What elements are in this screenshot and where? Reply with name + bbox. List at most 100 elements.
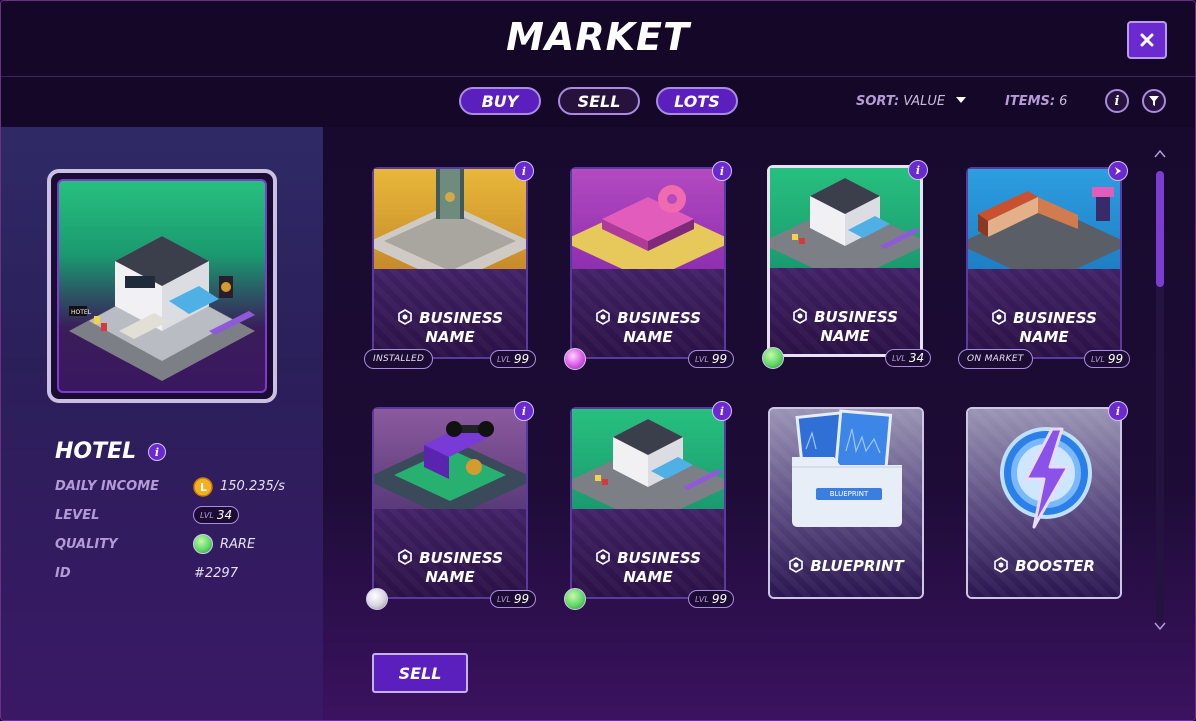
card-info-button[interactable]: i (712, 401, 732, 421)
items-count: ITEMS: 6 (1005, 94, 1067, 109)
card-title: BUSINESS NAME (572, 309, 724, 346)
scroll-down-icon[interactable] (1154, 621, 1166, 631)
level-badge: LVL 34 (193, 506, 240, 524)
hotel-image: HOTEL (57, 179, 267, 393)
coin-icon: L (193, 477, 213, 497)
item-card-selected[interactable]: i BUSINESS NAME RARE LVL 34 (760, 160, 932, 369)
status-badge: INSTALLED (364, 349, 434, 369)
item-card[interactable]: i BUSINESS NAME EPIC LVL 99 (562, 161, 735, 370)
close-button[interactable] (1127, 21, 1167, 59)
motel-image (958, 169, 1130, 284)
window-title: MARKET (506, 15, 690, 59)
rare-gem-icon (762, 347, 784, 369)
id-label: ID (55, 566, 71, 581)
rare-gem-icon (193, 534, 213, 554)
brand-icon (595, 309, 611, 329)
close-icon (1140, 33, 1154, 47)
brand-icon (788, 557, 804, 577)
daily-income-label: DAILY INCOME (55, 479, 160, 494)
svg-text:L: L (200, 481, 207, 494)
info-icon: i (719, 404, 725, 418)
card-title: BUSINESS NAME (968, 309, 1120, 346)
inventory-grid: i BUSINESS NAME INSTALLED LVL 99 i BUSIN… (323, 127, 1195, 720)
item-card[interactable]: i BUSINESS NAME RARE LVL 99 (562, 401, 735, 610)
scrollbar-thumb[interactable] (1156, 171, 1164, 287)
chevron-down-icon (956, 97, 967, 103)
quality-value: RARE (220, 537, 256, 552)
gym-image (364, 409, 536, 519)
brand-icon (993, 557, 1009, 577)
info-icon: i (521, 164, 527, 178)
selected-item-name: HOTEL (55, 439, 137, 464)
card-title: BLUEPRINT (770, 557, 922, 577)
level-prefix: LVL (200, 510, 214, 520)
svg-text:HOTEL: HOTEL (71, 309, 92, 316)
rare-gem-icon (564, 588, 586, 610)
daily-income-value: 150.235/s (220, 479, 285, 494)
card-title: BUSINESS NAME (572, 549, 724, 586)
filter-button[interactable] (1142, 89, 1166, 113)
brand-icon (991, 309, 1007, 329)
sort-value: VALUE (903, 94, 946, 109)
blueprint-folder-icon (792, 409, 902, 527)
donuts-shop-image (562, 169, 734, 281)
filter-icon (1149, 96, 1159, 106)
card-info-button[interactable]: i (908, 160, 928, 180)
brand-icon (792, 308, 808, 328)
selected-item-preview: HOTEL (47, 169, 277, 403)
lightning-booster-icon (1000, 427, 1092, 529)
sort-dropdown[interactable]: SORT: VALUE (856, 94, 967, 109)
brand-icon (397, 309, 413, 329)
card-info-button[interactable]: i (514, 161, 534, 181)
item-card[interactable]: i BUSINESS NAME COMMON LVL 99 (364, 401, 537, 610)
quality-label: QUALITY (55, 537, 118, 552)
skyscraper-construction-image (364, 149, 536, 284)
items-label: ITEMS: (1005, 94, 1056, 109)
card-title: BOOSTER (968, 557, 1120, 577)
market-window: MARKET BUY SELL LOTS SORT: VALUE ITEMS: 6 … (0, 0, 1196, 721)
scroll-up-icon[interactable] (1154, 149, 1166, 159)
level-badge: LVL 34 (885, 349, 932, 367)
id-value: #2297 (194, 566, 238, 581)
card-title: BUSINESS NAME (374, 549, 526, 586)
level-badge: LVL 99 (1084, 350, 1131, 368)
detail-panel: HOTEL HOTEL i DAILY INCOME L 150.235/s L… (1, 127, 323, 720)
level-value: 34 (216, 508, 233, 522)
items-value: 6 (1059, 94, 1068, 109)
info-icon: i (1115, 404, 1121, 418)
sort-label: SORT: (856, 94, 900, 109)
item-card-blueprint[interactable]: BLUEPRINT BLUEPRINT (768, 407, 924, 599)
hotel-image (760, 168, 930, 283)
level-badge: LVL 99 (490, 590, 537, 608)
info-icon: i (154, 445, 160, 459)
tab-buy[interactable]: BUY (459, 87, 541, 115)
card-title: BUSINESS NAME (374, 309, 526, 346)
sell-button[interactable]: SELL (372, 653, 468, 693)
item-card[interactable]: BUSINESS NAME ON MARKET LVL 99 (958, 161, 1131, 369)
info-icon: i (1114, 93, 1120, 109)
card-info-button[interactable] (1108, 161, 1128, 181)
level-badge: LVL 99 (490, 350, 537, 368)
blueprint-label: BLUEPRINT (816, 488, 882, 500)
card-info-button[interactable]: i (1108, 401, 1128, 421)
item-card[interactable]: i BUSINESS NAME INSTALLED LVL 99 (364, 149, 537, 369)
common-gem-icon (366, 588, 388, 610)
level-label: LEVEL (55, 508, 100, 523)
card-info-button[interactable]: i (712, 161, 732, 181)
brand-icon (397, 549, 413, 569)
info-icon: i (521, 404, 527, 418)
item-card-booster[interactable]: i BOOSTER (966, 401, 1128, 599)
info-icon: i (719, 164, 725, 178)
header: MARKET (1, 1, 1195, 77)
navigate-icon (1115, 167, 1121, 175)
epic-gem-icon (564, 348, 586, 370)
card-info-button[interactable]: i (514, 401, 534, 421)
card-title: BUSINESS NAME (770, 308, 920, 345)
info-button[interactable]: i (1105, 89, 1129, 113)
selected-info-button[interactable]: i (148, 443, 166, 461)
status-badge: ON MARKET (958, 349, 1033, 369)
tab-sell[interactable]: SELL (558, 87, 640, 115)
level-badge: LVL 99 (688, 350, 735, 368)
tab-lots[interactable]: LOTS (656, 87, 738, 115)
brand-icon (595, 549, 611, 569)
